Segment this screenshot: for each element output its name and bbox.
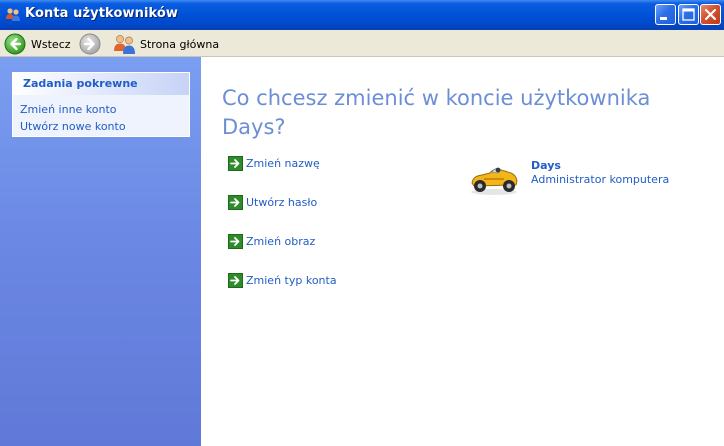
panel-title: Zadania pokrewne	[23, 77, 138, 90]
main-content: Co chcesz zmienić w koncie użytkownika D…	[201, 57, 724, 446]
green-arrow-icon	[228, 233, 243, 249]
back-button[interactable]: Wstecz	[4, 33, 71, 55]
task-label: Zmień obraz	[246, 234, 316, 248]
minimize-button[interactable]	[655, 4, 676, 25]
user-name: Days	[531, 159, 561, 172]
users-home-icon	[114, 35, 135, 54]
race-car-icon	[468, 161, 520, 197]
related-tasks-panel: Zadania pokrewne Zmień inne konto Utwórz…	[12, 72, 190, 137]
task-change-picture[interactable]: Zmień obraz	[228, 233, 315, 249]
task-pane: Zadania pokrewne Zmień inne konto Utwórz…	[0, 57, 201, 446]
create-new-account-link[interactable]: Utwórz nowe konto	[20, 120, 126, 133]
minimize-icon	[660, 17, 667, 20]
user-role: Administrator komputera	[531, 173, 670, 186]
task-label: Zmień typ konta	[246, 273, 337, 287]
home-label: Strona główna	[140, 37, 220, 51]
window-title: Konta użytkowników	[25, 6, 179, 21]
green-arrow-icon	[228, 272, 243, 288]
forward-arrow-icon	[79, 33, 101, 55]
maximize-icon	[682, 8, 695, 21]
back-arrow-icon	[4, 33, 26, 55]
title-bar[interactable]: Konta użytkowników	[0, 0, 724, 30]
back-label: Wstecz	[31, 37, 71, 51]
forward-button[interactable]	[79, 33, 101, 55]
toolbar: Wstecz Strona główna	[0, 30, 724, 57]
change-other-account-link[interactable]: Zmień inne konto	[20, 103, 117, 116]
home-button[interactable]: Strona główna	[113, 33, 219, 55]
maximize-button[interactable]	[678, 4, 699, 25]
users-icon	[5, 7, 21, 23]
page-heading: Co chcesz zmienić w koncie użytkownika D…	[222, 86, 651, 139]
panel-header: Zadania pokrewne	[13, 73, 189, 95]
task-label: Utwórz hasło	[246, 195, 318, 209]
task-label: Zmień nazwę	[246, 156, 320, 170]
green-arrow-icon	[228, 155, 243, 171]
task-change-account-type[interactable]: Zmień typ konta	[228, 272, 337, 288]
close-button[interactable]	[700, 4, 721, 25]
green-arrow-icon	[228, 194, 243, 210]
close-icon	[704, 8, 717, 21]
task-change-name[interactable]: Zmień nazwę	[228, 155, 320, 171]
task-create-password[interactable]: Utwórz hasło	[228, 194, 317, 210]
